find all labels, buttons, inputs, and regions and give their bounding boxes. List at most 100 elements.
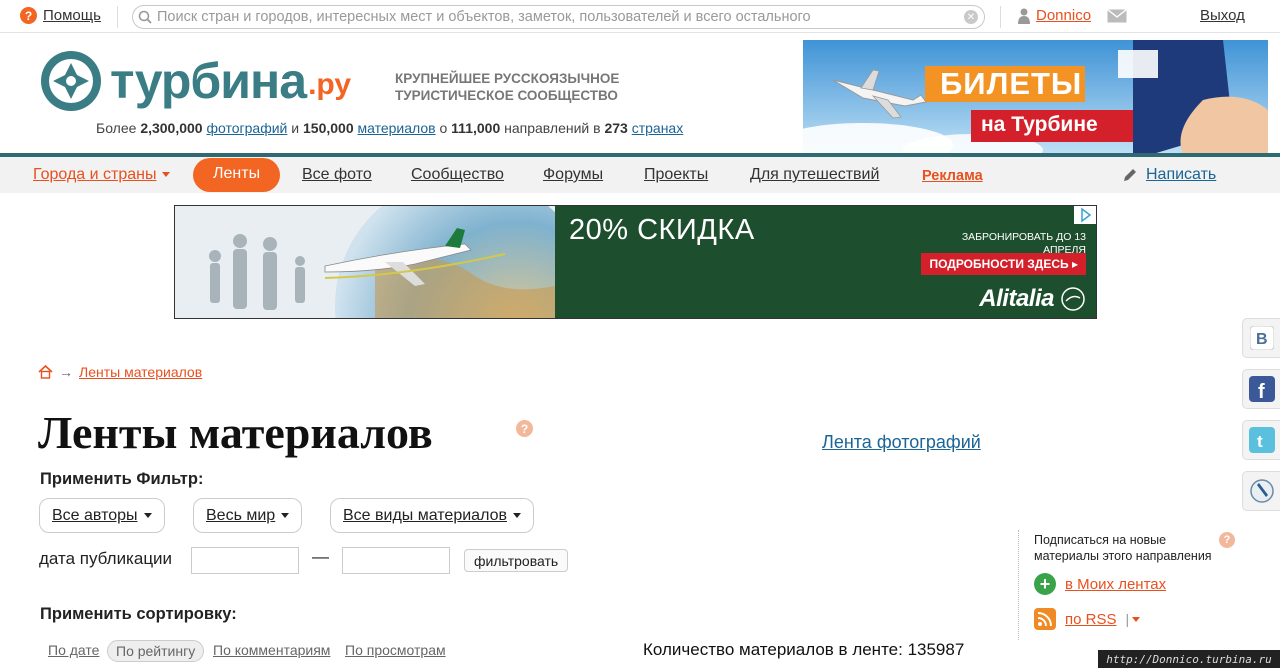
sort-by-views[interactable]: По просмотрам — [345, 642, 446, 658]
facebook-icon: f — [1248, 376, 1275, 402]
date-label: дата публикации — [39, 549, 173, 568]
date-to-input[interactable] — [342, 547, 450, 574]
logout-link[interactable]: Выход — [1200, 7, 1245, 24]
site-header: турбина .ру КРУПНЕЙШЕЕ РУССКОЯЗЫЧНОЕ ТУР… — [0, 34, 1280, 157]
subscribe-my-feeds[interactable]: + в Моих лентах — [1034, 573, 1166, 595]
plus-icon: + — [1034, 573, 1056, 595]
tagline-line: ТУРИСТИЧЕСКОЕ СООБЩЕСТВО — [395, 88, 618, 103]
tickets-banner[interactable]: БИЛЕТЫ на Турбине — [803, 40, 1268, 154]
nav-all-photos[interactable]: Все фото — [302, 166, 372, 184]
stats-number: 2,300,000 — [140, 120, 203, 136]
banner-title: БИЛЕТЫ — [940, 66, 1083, 101]
caret-down-icon — [162, 172, 171, 178]
social-share-column: B f t — [1242, 318, 1280, 522]
subscribe-text: Подписаться на новые материалы этого нап… — [1034, 533, 1212, 563]
nav-for-travel[interactable]: Для путешествий — [750, 166, 879, 184]
subscribe-rss[interactable]: по RSS | — [1034, 608, 1141, 630]
ad-details-button[interactable]: ПОДРОБНОСТИ ЗДЕСЬ ▸ — [921, 253, 1086, 275]
twitter-icon: t — [1248, 427, 1275, 453]
rss-link[interactable]: по RSS — [1065, 611, 1116, 628]
nav-projects[interactable]: Проекты — [644, 166, 708, 184]
filter-button[interactable]: фильтровать — [464, 549, 569, 572]
page-title: Ленты материалов — [38, 407, 433, 458]
stats-text: и — [291, 120, 300, 136]
watermark: http://Donnico.turbina.ru — [1098, 650, 1280, 668]
write-label[interactable]: Написать — [1146, 166, 1216, 184]
materials-link[interactable]: материалов — [358, 120, 436, 136]
logo-globe-icon — [41, 51, 101, 111]
banner-subtitle: на Турбине — [981, 113, 1098, 136]
main-nav: Города и страны Ленты Все фото Сообществ… — [0, 157, 1280, 193]
livejournal-share[interactable] — [1242, 471, 1280, 511]
materials-count: Количество материалов в ленте: 135987 — [643, 640, 965, 659]
date-from-input[interactable] — [191, 547, 299, 574]
photos-link[interactable]: фотографий — [207, 120, 288, 136]
vk-icon: B — [1249, 326, 1274, 350]
question-icon: ? — [20, 7, 37, 24]
nav-cities-countries[interactable]: Города и страны — [33, 166, 171, 184]
caret-down-icon — [512, 513, 521, 518]
question-icon[interactable]: ? — [1219, 532, 1235, 548]
help-link[interactable]: ? Помощь — [20, 7, 101, 24]
material-type-dropdown[interactable]: Все виды материалов — [330, 498, 534, 533]
clear-icon[interactable]: ✕ — [964, 10, 978, 24]
nav-ads[interactable]: Реклама — [922, 168, 983, 184]
countries-link[interactable]: странах — [632, 120, 684, 136]
site-tagline: КРУПНЕЙШЕЕ РУССКОЯЗЫЧНОЕ ТУРИСТИЧЕСКОЕ С… — [395, 70, 619, 104]
mail-icon[interactable] — [1107, 8, 1127, 23]
nav-label: Города и страны — [33, 166, 157, 183]
ad-brand: Alitalia — [979, 285, 1086, 313]
username-link[interactable]: Donnico — [1036, 7, 1091, 24]
stats-number: 273 — [604, 120, 628, 136]
user-block: Donnico — [1018, 7, 1127, 24]
twitter-share[interactable]: t — [1242, 420, 1280, 460]
stats-number: 150,000 — [303, 120, 354, 136]
logo-suffix: .ру — [308, 68, 352, 101]
stats-text: Более — [96, 120, 137, 136]
vk-share[interactable]: B — [1242, 318, 1280, 358]
ad-banner[interactable]: 20% СКИДКА ЗАБРОНИРОВАТЬ ДО 13 АПРЕЛЯ ПО… — [174, 205, 1097, 319]
ad-details-label: ПОДРОБНОСТИ ЗДЕСЬ — [929, 257, 1069, 271]
caret-down-icon[interactable] — [1132, 616, 1141, 622]
breadcrumb-current[interactable]: Ленты материалов — [79, 364, 202, 380]
write-button[interactable]: Написать — [1122, 166, 1216, 184]
nav-forums[interactable]: Форумы — [543, 166, 603, 184]
sort-label: Применить сортировку: — [40, 605, 237, 623]
search-input[interactable] — [157, 9, 964, 25]
stats-text: направлений в — [504, 120, 601, 136]
breadcrumb-arrow: → — [59, 364, 73, 380]
pencil-icon — [1124, 169, 1136, 181]
breadcrumb: → Ленты материалов — [38, 364, 202, 380]
date-dash: — — [312, 547, 329, 566]
divider — [1000, 6, 1001, 28]
nav-feeds[interactable]: Ленты — [193, 158, 281, 192]
nav-community[interactable]: Сообщество — [411, 166, 504, 184]
sort-by-rating[interactable]: По рейтингу — [107, 640, 205, 662]
photo-feed-link[interactable]: Лента фотографий — [822, 432, 981, 453]
my-feeds-link[interactable]: в Моих лентах — [1065, 576, 1166, 593]
facebook-share[interactable]: f — [1242, 369, 1280, 409]
filter-label: Применить Фильтр: — [40, 470, 204, 488]
region-dropdown[interactable]: Весь мир — [193, 498, 303, 533]
search-box[interactable]: ✕ — [132, 5, 985, 29]
ad-discount: 20% СКИДКА — [569, 214, 755, 246]
home-icon[interactable] — [38, 365, 53, 379]
subscribe-box: Подписаться на новые материалы этого нап… — [1018, 530, 1238, 640]
question-icon[interactable]: ? — [516, 420, 533, 437]
authors-dropdown[interactable]: Все авторы — [39, 498, 165, 533]
site-logo[interactable]: турбина .ру — [38, 48, 351, 114]
help-label[interactable]: Помощь — [43, 7, 101, 24]
user-icon — [1018, 8, 1030, 24]
stats-number: 111,000 — [451, 120, 501, 136]
divider — [117, 6, 118, 28]
stats-text: о — [439, 120, 448, 136]
sort-by-comments[interactable]: По комментариям — [213, 642, 330, 658]
rss-separator: | — [1125, 611, 1130, 627]
svg-text:t: t — [1257, 432, 1263, 451]
sort-by-date[interactable]: По дате — [48, 642, 99, 658]
rss-icon — [1034, 608, 1056, 630]
ad-brand-name: Alitalia — [979, 285, 1054, 312]
adchoices-icon[interactable] — [1074, 206, 1096, 224]
dropdown-label: Все виды материалов — [343, 506, 507, 524]
caret-down-icon — [143, 513, 152, 518]
